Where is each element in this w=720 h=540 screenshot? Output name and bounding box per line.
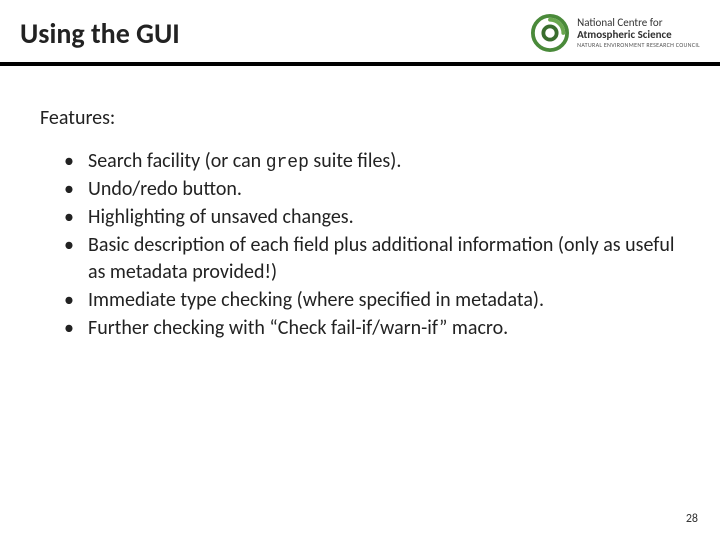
logo-line-3: NATURAL ENVIRONMENT RESEARCH COUNCIL xyxy=(577,42,700,48)
list-item: Highlighting of unsaved changes. xyxy=(64,204,680,231)
list-item: Further checking with “Check fail-if/war… xyxy=(64,315,680,342)
code-text: grep xyxy=(266,153,309,173)
logo-line-2: Atmospheric Science xyxy=(577,29,700,41)
logo-text: National Centre for Atmospheric Science … xyxy=(577,17,700,48)
bullet-text-post: suite files). xyxy=(309,149,401,173)
slide-header: Using the GUI National Centre for Atmosp… xyxy=(0,0,720,66)
list-item: Basic description of each field plus add… xyxy=(64,232,680,286)
features-heading: Features: xyxy=(40,106,680,130)
list-item: Undo/redo button. xyxy=(64,176,680,203)
list-item: Immediate type checking (where specified… xyxy=(64,287,680,314)
page-number: 28 xyxy=(686,512,698,526)
slide-title: Using the GUI xyxy=(20,16,180,51)
slide-content: Features: Search facility (or can grep s… xyxy=(0,66,720,342)
org-logo: National Centre for Atmospheric Science … xyxy=(531,14,700,52)
bullet-text-pre: Search facility (or can xyxy=(88,149,266,173)
swirl-icon xyxy=(531,14,569,52)
list-item: Search facility (or can grep suite files… xyxy=(64,148,680,175)
features-list: Search facility (or can grep suite files… xyxy=(40,148,680,342)
